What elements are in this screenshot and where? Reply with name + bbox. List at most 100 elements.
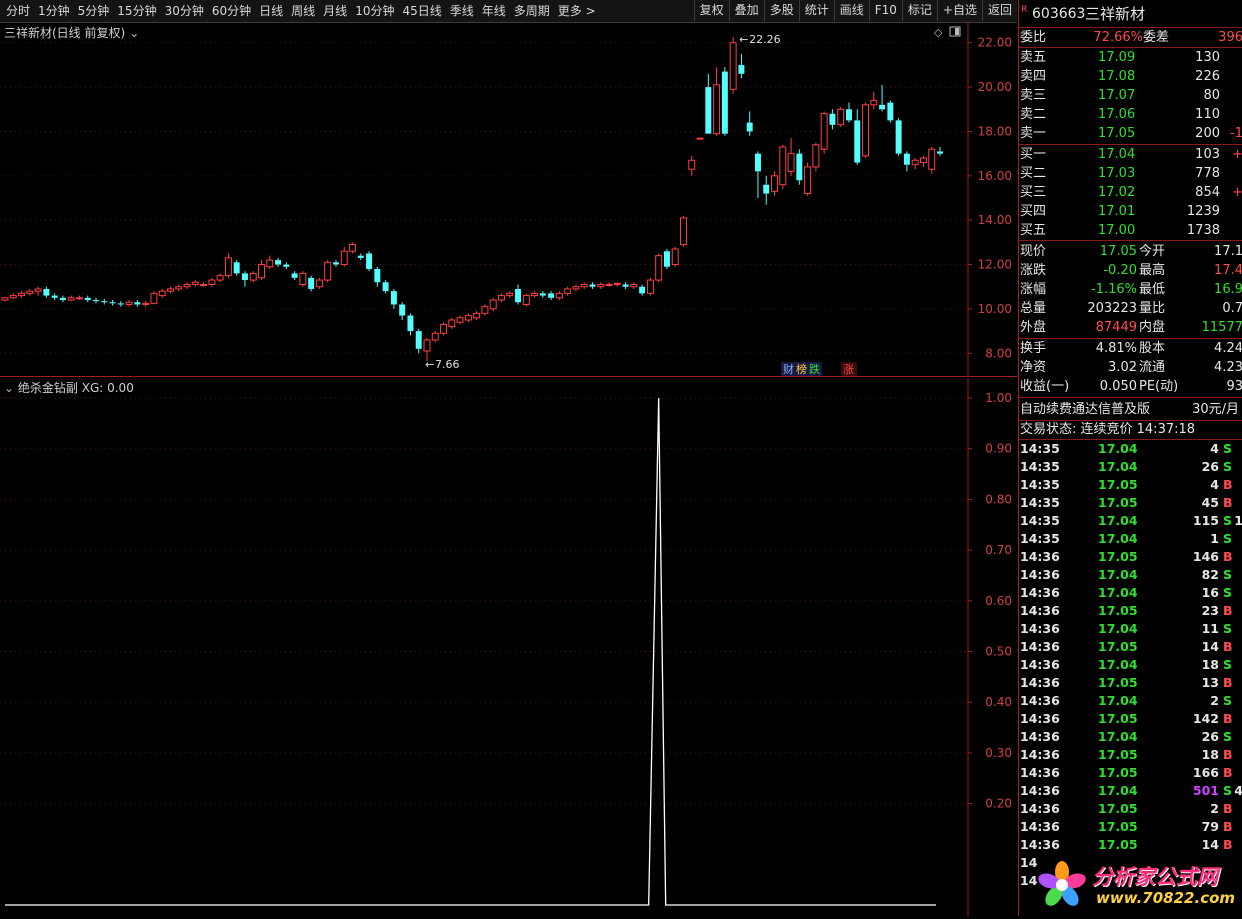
ask-volume: 200 [1195, 126, 1220, 141]
ask-volume: 110 [1195, 107, 1220, 122]
tick-orders: 1 [1234, 512, 1242, 530]
tick-time: 14:36 [1020, 693, 1060, 708]
ask-change: -1 [1230, 126, 1242, 141]
period-tab-14[interactable]: 更多 > [554, 0, 600, 22]
indicator-pane[interactable]: 1.00 0.90 0.80 0.70 0.60 0.50 0.40 0.30 0.20 ⌄ 绝… [0, 378, 1017, 916]
stat-value: 4.81% [1095, 341, 1137, 356]
tick-price: 17.04 [1098, 657, 1138, 672]
event-badge-cai[interactable]: 财 [783, 362, 794, 376]
tick-time: 14:36 [1020, 639, 1060, 654]
candle [258, 260, 265, 281]
tick-volume: 146 [1192, 549, 1219, 564]
diamond-icon[interactable]: ◇ [934, 26, 943, 39]
tick-side: B [1223, 819, 1233, 834]
candle [928, 146, 936, 174]
tick-row: 14:36 17.04 26 S [1019, 728, 1242, 746]
period-tab-7[interactable]: 周线 [287, 0, 319, 22]
candle [93, 297, 99, 304]
candle [515, 284, 521, 305]
candle [671, 246, 679, 267]
tick-volume: 18 [1201, 747, 1219, 762]
tick-time: 14:36 [1020, 801, 1060, 816]
bid-price: 17.04 [1098, 147, 1136, 162]
tick-row: 14:36 17.05 142 B [1019, 710, 1242, 728]
tick-price: 17.04 [1098, 693, 1138, 708]
stat-value: 11577 [1201, 320, 1242, 335]
tick-row: 14:36 17.04 82 S [1019, 566, 1242, 584]
candle [167, 286, 174, 294]
tick-volume: 4 [1210, 477, 1219, 492]
period-list: 分时 1分钟 5分钟 15分钟 30分钟 60分钟 日线 周线 月线 10分钟 45日线 季线 年线 多周… [2, 0, 600, 22]
candle [522, 293, 530, 307]
watermark-url: www.70822.com [1096, 889, 1236, 907]
tool-button-3[interactable]: 统计 [798, 0, 834, 21]
kline-chart-pane[interactable]: 三祥新材(日线 前复权) ⌄ 22.00 20.00 18.00 16.00 14.00 1… [0, 22, 1017, 377]
stat-label: 股本 [1139, 341, 1166, 356]
indicator-name: 绝杀金钻副 [17, 381, 78, 395]
candle [597, 282, 605, 289]
stat-value: 3.02 [1108, 360, 1137, 375]
bid-level-row: 买一 17.04 103 + [1019, 145, 1242, 164]
event-badge-bang[interactable]: 榜 [796, 362, 807, 376]
ask-level-row: 卖三 17.07 80 [1019, 86, 1242, 105]
tick-row: 14:36 17.04 16 S [1019, 584, 1242, 602]
period-tab-6[interactable]: 日线 [255, 0, 287, 22]
candle [9, 293, 17, 299]
tool-button-7[interactable]: +自选 [936, 0, 982, 21]
candle [887, 100, 894, 123]
period-tab-4[interactable]: 30分钟 [161, 0, 208, 22]
period-tab-5[interactable]: 60分钟 [208, 0, 255, 22]
period-tab-1[interactable]: 1分钟 [34, 0, 74, 22]
period-tab-2[interactable]: 5分钟 [74, 0, 114, 22]
candle [34, 286, 42, 296]
period-tab-10[interactable]: 45日线 [398, 0, 445, 22]
period-tab-0[interactable]: 分时 [2, 0, 34, 22]
bid-price: 17.03 [1098, 166, 1136, 181]
tick-price: 17.04 [1098, 585, 1138, 600]
candle [646, 277, 654, 296]
stat-label: 换手 [1020, 341, 1047, 356]
candle [125, 300, 133, 307]
candle [399, 302, 406, 320]
tool-button-0[interactable]: 复权 [693, 0, 729, 21]
tick-time: 14:36 [1020, 747, 1060, 762]
period-tab-11[interactable]: 季线 [446, 0, 478, 22]
tool-button-8[interactable]: 返回 [981, 0, 1017, 21]
candle [101, 298, 108, 305]
candle [464, 313, 472, 323]
period-tab-8[interactable]: 月线 [319, 0, 351, 22]
tick-side: B [1223, 747, 1233, 762]
candle [622, 282, 629, 289]
tick-price: 17.05 [1098, 639, 1138, 654]
tick-price: 17.04 [1098, 459, 1138, 474]
period-tab-3[interactable]: 15分钟 [113, 0, 160, 22]
candle [572, 284, 580, 292]
tool-button-5[interactable]: F10 [868, 0, 902, 21]
event-badge-zhang[interactable]: 涨 [843, 363, 854, 376]
tick-side: S [1223, 729, 1233, 744]
event-badge-die[interactable]: 跌 [809, 362, 820, 376]
stat-value: 17.05 [1099, 244, 1137, 259]
y-tick-label: 12.00 [978, 258, 1012, 272]
tick-side: B [1223, 675, 1233, 690]
stat-label: 流通 [1139, 360, 1166, 375]
tick-volume: 4 [1210, 441, 1219, 456]
period-tab-9[interactable]: 10分钟 [351, 0, 398, 22]
period-tab-13[interactable]: 多周期 [510, 0, 554, 22]
tick-price: 17.05 [1098, 675, 1138, 690]
period-tab-12[interactable]: 年线 [478, 0, 510, 22]
tool-button-4[interactable]: 画线 [833, 0, 869, 21]
candle [729, 36, 737, 94]
candle [117, 301, 124, 307]
candle [26, 288, 34, 296]
candle [75, 295, 83, 301]
tool-button-6[interactable]: 标记 [901, 0, 937, 21]
candle [275, 257, 282, 267]
chevron-down-icon[interactable]: ⌄ [4, 381, 14, 395]
candle [911, 158, 919, 170]
tool-button-1[interactable]: 叠加 [728, 0, 764, 21]
candle [1, 296, 9, 302]
tool-button-2[interactable]: 多股 [763, 0, 799, 21]
tick-orders: 4 [1234, 782, 1242, 800]
tick-row: 14:36 17.05 13 B [1019, 674, 1242, 692]
